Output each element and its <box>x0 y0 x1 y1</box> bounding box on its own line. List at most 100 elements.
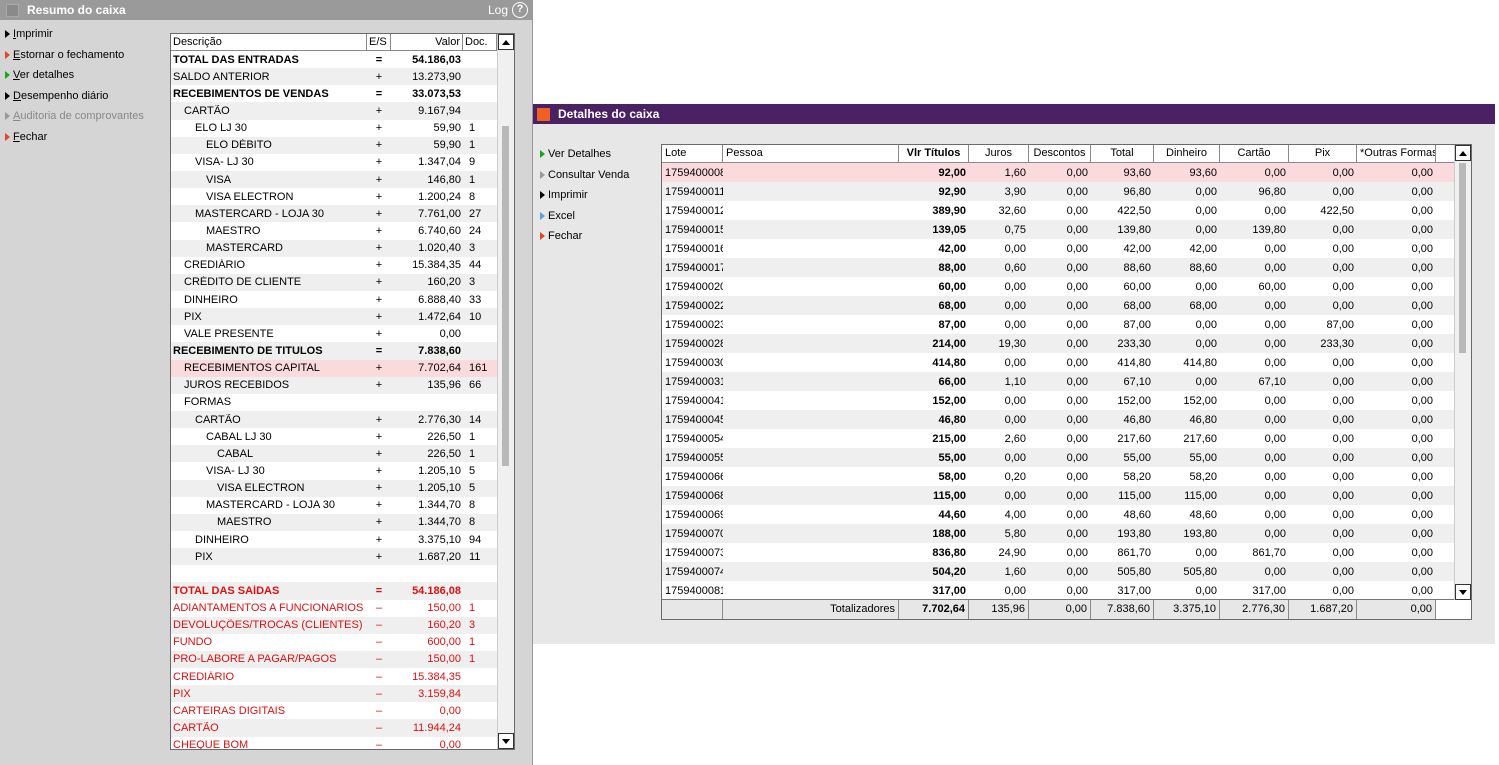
table-row[interactable]: ELO DÉBITO +59,90 1 <box>171 136 514 154</box>
table-row[interactable]: 1759400022 68,00 0,00 0,00 68,00 68,00 0,00 0,0… <box>662 296 1471 315</box>
menu-item-imprimir[interactable]: Imprimir <box>537 185 657 206</box>
table-row[interactable]: MASTERCARD - LOJA 30 +7.761,00 27 <box>171 205 514 223</box>
menu-item-desempenho-di-rio[interactable]: Desempenho diário <box>0 86 158 107</box>
table-row[interactable]: 1759400016 42,00 0,00 0,00 42,00 42,00 0,00 0,0… <box>662 239 1471 258</box>
resumo-table[interactable]: Descrição E/S Valor Doc. TOTAL DAS ENTRA… <box>170 33 515 750</box>
table-row[interactable]: FUNDO – 600,00 1 <box>171 634 514 651</box>
table-row[interactable]: MASTERCARD +1.020,40 3 <box>171 239 514 257</box>
table-row[interactable]: 1759400012 389,90 32,60 0,00 422,50 0,00 0,00 4… <box>662 201 1471 220</box>
table-row[interactable]: PIX +1.472,64 10 <box>171 308 514 326</box>
col-descontos[interactable]: Descontos <box>1029 145 1091 162</box>
col-valor[interactable]: Valor <box>391 34 463 50</box>
table-row[interactable]: TOTAL DAS SAÍDAS = 54.186,08 <box>171 582 514 600</box>
table-row[interactable]: PRO-LABORE A PAGAR/PAGOS – 150,00 1 <box>171 650 514 669</box>
table-row[interactable]: 1759400020 60,00 0,00 0,00 60,00 0,00 60,00 0,0… <box>662 277 1471 296</box>
table-row[interactable]: 1759400070 188,00 5,80 0,00 193,80 193,80 0,00… <box>662 524 1471 543</box>
menu-item-fechar[interactable]: Fechar <box>0 127 158 148</box>
table-row[interactable]: 1759400008 92,00 1,60 0,00 93,60 93,60 0,00 0,0… <box>662 163 1471 182</box>
table-row[interactable]: 1759400074 504,20 1,60 0,00 505,80 505,80 0,00… <box>662 562 1471 581</box>
table-row[interactable]: CARTÃO +9.167,94 <box>171 102 514 120</box>
table-row[interactable]: ELO LJ 30 +59,90 1 <box>171 120 514 137</box>
table-row[interactable]: DINHEIRO +6.888,40 33 <box>171 291 514 308</box>
col-pix[interactable]: Pix <box>1289 145 1357 162</box>
menu-item-estornar-o-fechamento[interactable]: Estornar o fechamento <box>0 45 158 66</box>
detalhes-table[interactable]: Lote Pessoa Vlr Títulos Juros Descontos Total… <box>661 144 1472 620</box>
table-row[interactable]: 1759400015 139,05 0,75 0,00 139,80 0,00 139,80… <box>662 220 1471 239</box>
menu-item-imprimir[interactable]: Imprimir <box>0 24 158 45</box>
table-row[interactable]: RECEBIMENTOS CAPITAL +7.702,64 161 <box>171 359 514 377</box>
table-row[interactable]: VISA- LJ 30 +1.347,04 9 <box>171 154 514 171</box>
table-row[interactable]: PIX – 3.159,84 <box>171 685 514 703</box>
scroll-thumb[interactable] <box>1459 163 1466 353</box>
table-row[interactable]: CRÉDITO DE CLIENTE +160,20 3 <box>171 273 514 291</box>
table-row[interactable]: RECEBIMENTOS DE VENDAS = 33.073,53 <box>171 85 514 102</box>
table-row[interactable]: 1759400028 214,00 19,30 0,00 233,30 0,00 0,00 2… <box>662 334 1471 353</box>
table-row[interactable]: 1759400023 87,00 0,00 0,00 87,00 0,00 0,00 87,0… <box>662 315 1471 334</box>
table-row[interactable]: VISA +146,80 1 <box>171 170 514 189</box>
col-es[interactable]: E/S <box>367 34 391 50</box>
table-row[interactable]: DEVOLUÇÕES/TROCAS (CLIENTES) – 160,20 3 <box>171 616 514 634</box>
table-row[interactable]: 1759400081 317,00 0,00 0,00 317,00 0,00 317,00… <box>662 581 1471 600</box>
table-row[interactable]: 1759400066 58,00 0,20 0,00 58,20 58,20 0,00 0,0… <box>662 467 1471 486</box>
col-vlr-t-tulos[interactable]: Vlr Títulos <box>899 145 969 162</box>
table-row[interactable]: VISA- LJ 30 +1.205,10 5 <box>171 462 514 479</box>
table-row[interactable]: FORMAS <box>171 394 514 411</box>
table-row[interactable]: TOTAL DAS ENTRADAS = 54.186,03 <box>171 51 514 68</box>
table-row[interactable]: 1759400041 152,00 0,00 0,00 152,00 152,00 0,00… <box>662 391 1471 410</box>
table-row[interactable]: JUROS RECEBIDOS +135,96 66 <box>171 376 514 394</box>
col-pessoa[interactable]: Pessoa <box>723 145 899 162</box>
table-row[interactable]: SALDO ANTERIOR +13.273,90 <box>171 68 514 86</box>
table-row[interactable]: 1759400068 115,00 0,00 0,00 115,00 115,00 0,00… <box>662 486 1471 505</box>
col-lote[interactable]: Lote <box>662 145 723 162</box>
table-row[interactable]: CABAL +226,50 1 <box>171 445 514 463</box>
table-row[interactable]: CABAL LJ 30 +226,50 1 <box>171 428 514 445</box>
table-row[interactable]: MAESTRO +1.344,70 8 <box>171 513 514 531</box>
table-row[interactable]: 1759400030 414,80 0,00 0,00 414,80 414,80 0,00… <box>662 353 1471 372</box>
col-total[interactable]: Total <box>1091 145 1154 162</box>
col-doc[interactable]: Doc. <box>463 34 497 50</box>
table-row[interactable]: 1759400045 46,80 0,00 0,00 46,80 46,80 0,00 0,0… <box>662 410 1471 429</box>
scroll-up-button[interactable] <box>1455 145 1471 161</box>
menu-item-fechar[interactable]: Fechar <box>537 226 657 247</box>
table-row[interactable]: 1759400069 44,60 4,00 0,00 48,60 48,60 0,00 0,0… <box>662 505 1471 524</box>
detalhes-scrollbar[interactable] <box>1454 145 1471 600</box>
table-row[interactable]: CREDIÁRIO – 15.384,35 <box>171 668 514 685</box>
table-row[interactable]: RECEBIMENTO DE TITULOS = 7.838,60 <box>171 342 514 360</box>
menu-item-excel[interactable]: Excel <box>537 206 657 227</box>
table-row[interactable]: CHEQUE BOM – 0,00 <box>171 737 514 749</box>
table-row[interactable]: DINHEIRO +3.375,10 94 <box>171 531 514 548</box>
menu-item-ver-detalhes[interactable]: Ver Detalhes <box>537 144 657 165</box>
col--outras-formas[interactable]: *Outras Formas <box>1357 145 1436 162</box>
scroll-up-button[interactable] <box>498 34 514 50</box>
scroll-down-button[interactable] <box>498 733 514 749</box>
table-row[interactable]: 1759400054 215,00 2,60 0,00 217,60 217,60 0,00… <box>662 429 1471 448</box>
col-dinheiro[interactable]: Dinheiro <box>1154 145 1220 162</box>
table-row[interactable]: MASTERCARD - LOJA 30 +1.344,70 8 <box>171 497 514 514</box>
scroll-down-button[interactable] <box>1455 584 1471 600</box>
col-cart-o[interactable]: Cartão <box>1220 145 1289 162</box>
table-row[interactable]: CREDIÁRIO +15.384,35 44 <box>171 257 514 274</box>
table-row[interactable]: CARTEIRAS DIGITAIS – 0,00 <box>171 702 514 719</box>
log-link[interactable]: Log <box>488 3 508 17</box>
table-row[interactable]: MAESTRO +6.740,60 24 <box>171 222 514 239</box>
table-row[interactable]: VISA ELECTRON +1.205,10 5 <box>171 479 514 497</box>
table-row[interactable]: VISA ELECTRON +1.200,24 8 <box>171 188 514 205</box>
help-icon[interactable]: ? <box>512 2 528 18</box>
col-descricao[interactable]: Descrição <box>171 34 367 50</box>
table-row[interactable]: 1759400031 66,00 1,10 0,00 67,10 0,00 67,10 0,0… <box>662 372 1471 391</box>
scroll-thumb[interactable] <box>502 126 509 466</box>
table-row[interactable] <box>171 565 514 583</box>
table-row[interactable]: 1759400055 55,00 0,00 0,00 55,00 55,00 0,00 0,0… <box>662 448 1471 467</box>
table-row[interactable]: PIX +1.687,20 11 <box>171 548 514 566</box>
table-row[interactable]: 1759400073 836,80 24,90 0,00 861,70 0,00 861,7… <box>662 543 1471 562</box>
table-row[interactable]: CARTÃO +2.776,30 14 <box>171 410 514 429</box>
table-row[interactable]: 1759400017 88,00 0,60 0,00 88,60 88,60 0,00 0,0… <box>662 258 1471 277</box>
col-juros[interactable]: Juros <box>969 145 1029 162</box>
table-row[interactable]: CARTÃO – 11.944,24 <box>171 719 514 737</box>
table-row[interactable]: ADIANTAMENTOS A FUNCIONARIOS – 150,00 1 <box>171 600 514 617</box>
menu-item-consultar-venda[interactable]: Consultar Venda <box>537 165 657 186</box>
table-row[interactable]: 1759400011 92,90 3,90 0,00 96,80 0,00 96,80 0,0… <box>662 182 1471 201</box>
menu-item-ver-detalhes[interactable]: Ver detalhes <box>0 65 158 86</box>
table-row[interactable]: VALE PRESENTE +0,00 <box>171 325 514 342</box>
resumo-scrollbar[interactable] <box>497 34 514 749</box>
